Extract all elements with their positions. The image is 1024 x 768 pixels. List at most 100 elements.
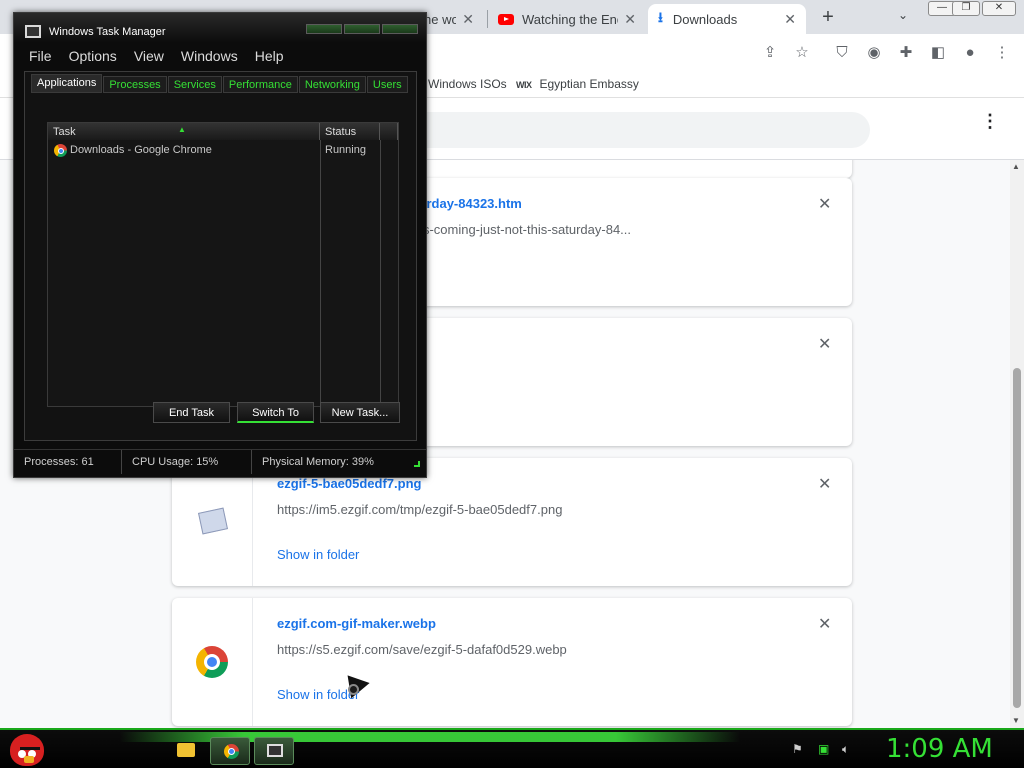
tm-close-button[interactable] (382, 24, 418, 34)
tab-networking[interactable]: Networking (298, 76, 366, 93)
task-manager-menubar: File Options View Windows Help (14, 45, 426, 67)
processes-count: Processes: 61 (14, 450, 122, 474)
task-name: Downloads - Google Chrome (70, 144, 212, 156)
profile-avatar-icon[interactable]: ● (960, 43, 980, 63)
image-file-icon (197, 507, 229, 535)
taskbar-chrome[interactable] (210, 737, 250, 765)
column-label: Task (53, 126, 76, 138)
task-row[interactable]: Downloads - Google Chrome Running (54, 142, 384, 159)
chrome-icon (54, 144, 67, 157)
column-divider (380, 140, 381, 406)
extension-flag-icon[interactable]: ◉ (864, 43, 884, 63)
tab-users[interactable]: Users (366, 76, 408, 93)
menu-file[interactable]: File (29, 45, 52, 67)
youtube-icon (498, 13, 514, 25)
tab-performance[interactable]: Performance (222, 76, 298, 93)
show-in-folder-link[interactable]: Show in folder (277, 547, 359, 562)
tab-services[interactable]: Services (167, 76, 222, 93)
scroll-up-icon[interactable]: ▲ (1012, 162, 1020, 171)
switch-to-button[interactable]: Switch To (237, 402, 314, 423)
tm-minimize-button[interactable] (306, 24, 342, 34)
start-button[interactable] (8, 730, 48, 768)
side-panel-icon[interactable]: ◧ (928, 43, 948, 63)
task-status: Running (325, 144, 366, 156)
task-manager-tabs: Applications Processes Services Performa… (31, 74, 408, 94)
downloads-search-input[interactable] (360, 112, 870, 148)
window-controls (306, 24, 418, 38)
taskbar-task-manager[interactable] (254, 737, 294, 765)
end-task-button[interactable]: End Task (153, 402, 230, 423)
chrome-icon (196, 646, 228, 678)
task-manager-title: Windows Task Manager (49, 26, 166, 38)
column-divider (320, 140, 321, 406)
applications-list: ▲ Task Status Downloads - Google Chrome … (47, 122, 399, 407)
ublock-icon[interactable]: ⛉ (832, 43, 852, 63)
bird-brow (20, 747, 40, 750)
tab-close-icon[interactable]: ✕ (784, 11, 796, 28)
extensions-puzzle-icon[interactable]: ✚ (896, 43, 916, 63)
sort-ascending-icon: ▲ (178, 125, 186, 134)
bookmark-label: Egyptian Embassy (539, 77, 639, 91)
download-filename-link[interactable]: ezgif.com-gif-maker.webp (277, 616, 436, 631)
task-manager-window: Windows Task Manager File Options View W… (13, 12, 427, 478)
column-task[interactable]: ▲ Task (48, 123, 320, 140)
angry-bird-icon (10, 734, 44, 766)
action-center-icon[interactable]: ⚑ (792, 742, 803, 756)
chrome-menu-icon[interactable]: ⋮ (992, 43, 1012, 63)
close-button[interactable]: ✕ (982, 1, 1016, 16)
menu-help[interactable]: Help (255, 45, 284, 67)
download-url: https://s5.ezgif.com/save/ezgif-5-dafaf0… (277, 642, 567, 657)
downloads-scrollbar[interactable]: ▲ ▼ (1010, 160, 1024, 728)
column-status[interactable]: Status (320, 123, 380, 140)
download-icon: ⭳ (658, 9, 663, 25)
download-filename-link[interactable]: ezgif-5-bae05dedf7.png (277, 476, 421, 491)
clock[interactable]: 1:09 AM (886, 734, 993, 764)
menu-windows[interactable]: Windows (181, 45, 238, 67)
menu-view[interactable]: View (134, 45, 164, 67)
network-icon[interactable]: ▣ (818, 742, 829, 756)
share-icon[interactable]: ⇪ (760, 43, 780, 63)
tab-title: Downloads (672, 11, 738, 27)
remove-download-icon[interactable]: ✕ (818, 334, 831, 354)
cpu-usage: CPU Usage: 15% (122, 450, 252, 474)
menu-options[interactable]: Options (69, 45, 117, 67)
scroll-thumb[interactable] (1013, 368, 1021, 708)
bird-beak (24, 756, 34, 763)
taskbar-explorer[interactable] (166, 737, 206, 765)
remove-download-icon[interactable]: ✕ (818, 614, 831, 634)
busy-cursor-icon (348, 684, 359, 695)
downloads-more-menu[interactable]: ⋮ (980, 112, 1000, 130)
desktop: he wo ✕ Watching the End ✕ ⭳ Downloads ✕… (0, 0, 1024, 768)
resize-grip[interactable] (414, 461, 420, 467)
new-task-button[interactable]: New Task... (320, 402, 400, 423)
wix-icon: WIX (516, 80, 532, 90)
chrome-icon (224, 744, 239, 759)
new-tab-button[interactable]: + (818, 6, 838, 29)
tab-youtube[interactable]: Watching the End ✕ (488, 4, 646, 34)
task-manager-titlebar[interactable]: Windows Task Manager (14, 13, 426, 43)
maximize-button[interactable]: ❐ (952, 1, 980, 16)
volume-icon[interactable]: 🔈︎ (842, 742, 849, 757)
tab-applications[interactable]: Applications (31, 74, 103, 93)
tab-title: he wo (424, 11, 457, 27)
tab-title: Watching the End (522, 11, 619, 27)
tab-close-icon[interactable]: ✕ (624, 11, 636, 28)
download-url: https://im5.ezgif.com/tmp/ezgif-5-bae05d… (277, 502, 563, 517)
bookmark-windows-isos[interactable]: Windows ISOs (428, 77, 507, 91)
tab-processes[interactable]: Processes (103, 76, 167, 93)
bookmark-star-icon[interactable]: ☆ (792, 43, 812, 63)
remove-download-icon[interactable]: ✕ (818, 474, 831, 494)
taskbar: ⚑ ▣ 🔈︎ 1:09 AM (0, 728, 1024, 768)
scroll-down-icon[interactable]: ▼ (1012, 716, 1020, 725)
tab-downloads[interactable]: ⭳ Downloads ✕ (648, 4, 806, 34)
tab-close-icon[interactable]: ✕ (462, 11, 474, 28)
remove-download-icon[interactable]: ✕ (818, 194, 831, 214)
task-manager-icon (267, 744, 283, 757)
list-header: ▲ Task Status (48, 123, 398, 140)
bookmark-egyptian-embassy[interactable]: WIX Egyptian Embassy (516, 77, 639, 91)
folder-icon (177, 743, 195, 757)
tm-maximize-button[interactable] (344, 24, 380, 34)
task-manager-panel: Applications Processes Services Performa… (24, 71, 417, 441)
tab-search-button[interactable]: ⌄ (898, 8, 908, 22)
physical-memory: Physical Memory: 39% (262, 456, 374, 468)
